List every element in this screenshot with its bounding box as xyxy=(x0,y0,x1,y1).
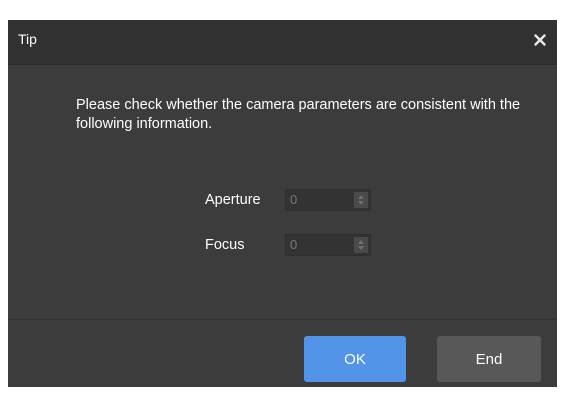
aperture-row: Aperture 0 xyxy=(205,189,371,211)
ok-button[interactable]: OK xyxy=(304,336,406,382)
chevron-down-icon xyxy=(358,246,364,250)
end-button[interactable]: End xyxy=(437,336,541,382)
aperture-value: 0 xyxy=(290,192,298,207)
dialog-message: Please check whether the camera paramete… xyxy=(76,97,521,132)
aperture-spinbox[interactable]: 0 xyxy=(285,189,371,211)
close-icon xyxy=(534,34,546,46)
tip-dialog: Tip Please check whether the camera para… xyxy=(8,20,557,387)
chevron-down-icon xyxy=(358,201,364,205)
chevron-up-icon xyxy=(358,195,364,199)
focus-row: Focus 0 xyxy=(205,234,371,256)
aperture-stepper[interactable] xyxy=(354,192,368,208)
close-button[interactable] xyxy=(529,29,551,51)
aperture-label: Aperture xyxy=(205,192,261,208)
focus-label: Focus xyxy=(205,237,245,253)
chevron-up-icon xyxy=(358,240,364,244)
dialog-title: Tip xyxy=(18,31,37,47)
focus-spinbox[interactable]: 0 xyxy=(285,234,371,256)
footer-divider xyxy=(8,319,557,320)
focus-value: 0 xyxy=(290,237,298,252)
focus-stepper[interactable] xyxy=(354,237,368,253)
dialog-titlebar: Tip xyxy=(8,20,557,65)
